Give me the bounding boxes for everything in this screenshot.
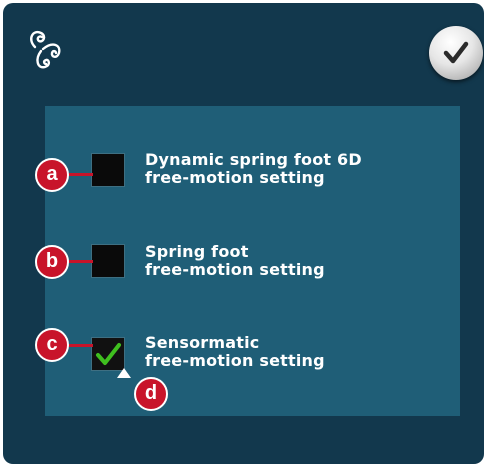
dynamic-spring-foot-label: Dynamic spring foot 6D free-motion setti… [145,151,362,187]
callout-c-leader [67,344,93,347]
pointer-arrow-icon [117,368,131,378]
option-label-line1: Spring foot [145,242,249,261]
option-label-line2: free-motion setting [145,168,325,187]
callout-c: c [35,328,69,362]
dynamic-spring-foot-checkbox[interactable] [91,153,125,187]
checkmark-icon [443,41,469,64]
spring-foot-checkbox[interactable] [91,244,125,278]
callout-b: b [35,245,69,279]
sensormatic-checkbox[interactable] [91,337,125,371]
option-label-line1: Sensormatic [145,333,260,352]
callout-b-leader [67,260,93,263]
callout-d: d [134,377,168,411]
freemotion-icon [30,30,61,69]
settings-screen: Dynamic spring foot 6D free-motion setti… [3,3,484,464]
callout-a-leader [67,173,93,176]
spring-foot-label: Spring foot free-motion setting [145,243,325,279]
option-label-line2: free-motion setting [145,260,325,279]
sensormatic-label: Sensormatic free-motion setting [145,334,325,370]
callout-a: a [35,158,69,192]
option-label-line2: free-motion setting [145,351,325,370]
ok-button[interactable] [429,26,483,80]
checkmark-icon [96,343,121,365]
option-label-line1: Dynamic spring foot 6D [145,150,362,169]
